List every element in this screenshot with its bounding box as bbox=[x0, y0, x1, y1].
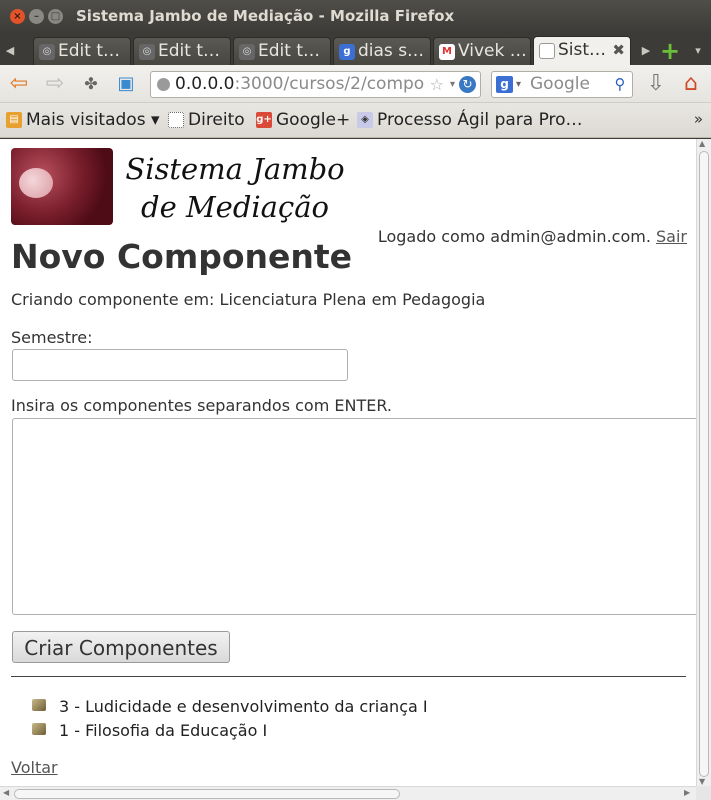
tab-label: Edit t… bbox=[158, 41, 220, 61]
logo-text: Sistema Jambo de Mediação bbox=[123, 150, 347, 226]
vertical-scroll-thumb[interactable] bbox=[699, 151, 709, 777]
tab-edit-2[interactable]: ◎ Edit t… bbox=[133, 37, 231, 65]
bullet-icon bbox=[32, 723, 46, 735]
scroll-up-icon[interactable]: ▲ bbox=[699, 139, 705, 148]
tab-strip: ◀ ◎ Edit t… ◎ Edit t… ◎ Edit t… g dias s… bbox=[0, 33, 711, 65]
window-close-button[interactable]: × bbox=[10, 9, 25, 24]
search-icon[interactable]: ⚲ bbox=[611, 75, 629, 93]
divider bbox=[11, 676, 686, 677]
bookmarks-bar: ▤ Mais visitados ▾ Direito g+ Google+ ◈ … bbox=[0, 103, 711, 138]
list-item: 1 - Filosofia da Educação I bbox=[32, 720, 428, 744]
jambo-fruit-image bbox=[11, 148, 113, 225]
page-title: Novo Componente bbox=[11, 237, 353, 276]
tab-dias[interactable]: g dias s… bbox=[333, 37, 431, 65]
back-arrow-icon[interactable]: ⇦ bbox=[6, 71, 32, 97]
bookmark-label: Direito bbox=[188, 110, 245, 130]
tab-list-icon[interactable]: ▾ bbox=[690, 39, 706, 63]
bookmark-label: Processo Ágil para Pro… bbox=[377, 110, 583, 130]
vertical-scrollbar[interactable]: ▲ ▼ bbox=[696, 139, 711, 787]
bookmark-label: Mais visitados ▾ bbox=[26, 110, 160, 130]
page-icon bbox=[168, 112, 184, 128]
search-bar[interactable]: g ▾ Google ⚲ bbox=[491, 71, 633, 98]
bookmark-google-plus[interactable]: g+ Google+ bbox=[256, 108, 350, 132]
tab-label: Edit t… bbox=[258, 41, 320, 61]
gmail-icon: M bbox=[439, 44, 455, 60]
page-viewport: Sistema Jambo de Mediação Logado como ad… bbox=[0, 139, 711, 800]
scroll-down-icon[interactable]: ▼ bbox=[699, 777, 705, 786]
google-icon[interactable]: g bbox=[496, 76, 513, 93]
tab-label: Vivek … bbox=[458, 41, 527, 61]
google-plus-icon: g+ bbox=[256, 112, 272, 128]
github-icon: ◎ bbox=[139, 44, 155, 60]
bullet-icon bbox=[32, 699, 46, 711]
forward-arrow-icon[interactable]: ⇨ bbox=[42, 71, 68, 97]
tab-edit-1[interactable]: ◎ Edit t… bbox=[33, 37, 131, 65]
logged-as-text: Logado como admin@admin.com. bbox=[377, 227, 651, 246]
bookmark-star-icon[interactable]: ☆ bbox=[430, 72, 444, 97]
nav-toolbar: ⇦ ⇨ ✤ ▣ 0.0.0.0:3000/cursos/2/compo ☆ ▾ … bbox=[0, 65, 711, 103]
tab-scroll-right-icon[interactable]: ▶ bbox=[638, 39, 654, 63]
url-dropdown-icon[interactable]: ▾ bbox=[450, 72, 455, 97]
bookmark-icon: ◈ bbox=[357, 112, 373, 128]
tab-edit-3[interactable]: ◎ Edit t… bbox=[233, 37, 331, 65]
sync-icon[interactable]: ▣ bbox=[113, 71, 139, 97]
most-visited-icon: ▤ bbox=[6, 112, 22, 128]
horizontal-scrollbar[interactable]: ◀ ▶ bbox=[0, 786, 696, 800]
logout-link[interactable]: Sair bbox=[656, 227, 687, 246]
tab-label: Edit t… bbox=[58, 41, 120, 61]
url-bar[interactable]: 0.0.0.0:3000/cursos/2/compo ☆ ▾ ↻ bbox=[150, 71, 481, 98]
tab-sistema[interactable]: Sist… ✖ bbox=[533, 36, 631, 65]
addon-icon[interactable]: ✤ bbox=[78, 71, 104, 97]
component-name: 1 - Filosofia da Educação I bbox=[59, 721, 268, 740]
bookmark-direito[interactable]: Direito bbox=[168, 108, 245, 132]
google-icon: g bbox=[339, 44, 355, 60]
back-link[interactable]: Voltar bbox=[11, 758, 58, 777]
course-context: Criando componente em: Licenciatura Plen… bbox=[11, 290, 486, 309]
tab-vivek[interactable]: M Vivek … bbox=[433, 37, 531, 65]
create-components-button[interactable]: Criar Componentes bbox=[12, 631, 230, 663]
logo-line-2: de Mediação bbox=[141, 190, 329, 224]
window-minimize-button[interactable]: – bbox=[29, 9, 44, 24]
bookmark-processo-agil[interactable]: ◈ Processo Ágil para Pro… bbox=[357, 108, 583, 132]
horizontal-scroll-thumb[interactable] bbox=[14, 789, 400, 799]
new-tab-icon[interactable]: + bbox=[660, 37, 680, 65]
tab-scroll-left-icon[interactable]: ◀ bbox=[2, 39, 18, 63]
reload-icon[interactable]: ↻ bbox=[459, 76, 476, 93]
component-name: 3 - Ludicidade e desenvolvimento da cria… bbox=[59, 697, 428, 716]
search-engine-dropdown-icon[interactable]: ▾ bbox=[516, 72, 521, 97]
scrollbar-corner bbox=[696, 786, 711, 800]
globe-icon bbox=[157, 78, 170, 91]
url-host: 0.0.0.0 bbox=[175, 74, 235, 94]
window-titlebar: × – □ Sistema Jambo de Mediação - Mozill… bbox=[0, 0, 711, 33]
semester-input[interactable] bbox=[12, 349, 348, 381]
home-icon[interactable]: ⌂ bbox=[678, 71, 704, 97]
bookmarks-overflow-icon[interactable]: » bbox=[694, 110, 703, 128]
semester-label: Semestre: bbox=[11, 328, 93, 347]
components-textarea[interactable] bbox=[12, 418, 702, 615]
scroll-left-icon[interactable]: ◀ bbox=[3, 788, 9, 797]
page-icon bbox=[539, 43, 555, 59]
search-placeholder: Google bbox=[530, 74, 590, 94]
window-maximize-button[interactable]: □ bbox=[48, 9, 63, 24]
site-logo[interactable]: Sistema Jambo de Mediação bbox=[11, 148, 347, 225]
github-icon: ◎ bbox=[239, 44, 255, 60]
components-label: Insira os componentes separandos com ENT… bbox=[11, 396, 392, 415]
tab-label: Sist… bbox=[558, 40, 607, 60]
bookmark-label: Google+ bbox=[276, 110, 351, 130]
scroll-right-icon[interactable]: ▶ bbox=[684, 788, 690, 797]
url-path: :3000/cursos/2/compo bbox=[234, 74, 425, 94]
login-status: Logado como admin@admin.com. Sair bbox=[378, 227, 687, 246]
logo-line-1: Sistema Jambo bbox=[125, 152, 345, 186]
tab-label: dias s… bbox=[358, 41, 425, 61]
components-list: 3 - Ludicidade e desenvolvimento da cria… bbox=[32, 696, 428, 744]
list-item: 3 - Ludicidade e desenvolvimento da cria… bbox=[32, 696, 428, 720]
github-icon: ◎ bbox=[39, 44, 55, 60]
bookmark-most-visited[interactable]: ▤ Mais visitados ▾ bbox=[6, 108, 160, 132]
tab-close-icon[interactable]: ✖ bbox=[612, 37, 625, 64]
window-title: Sistema Jambo de Mediação - Mozilla Fire… bbox=[76, 7, 455, 25]
download-icon[interactable]: ⇩ bbox=[643, 71, 669, 97]
